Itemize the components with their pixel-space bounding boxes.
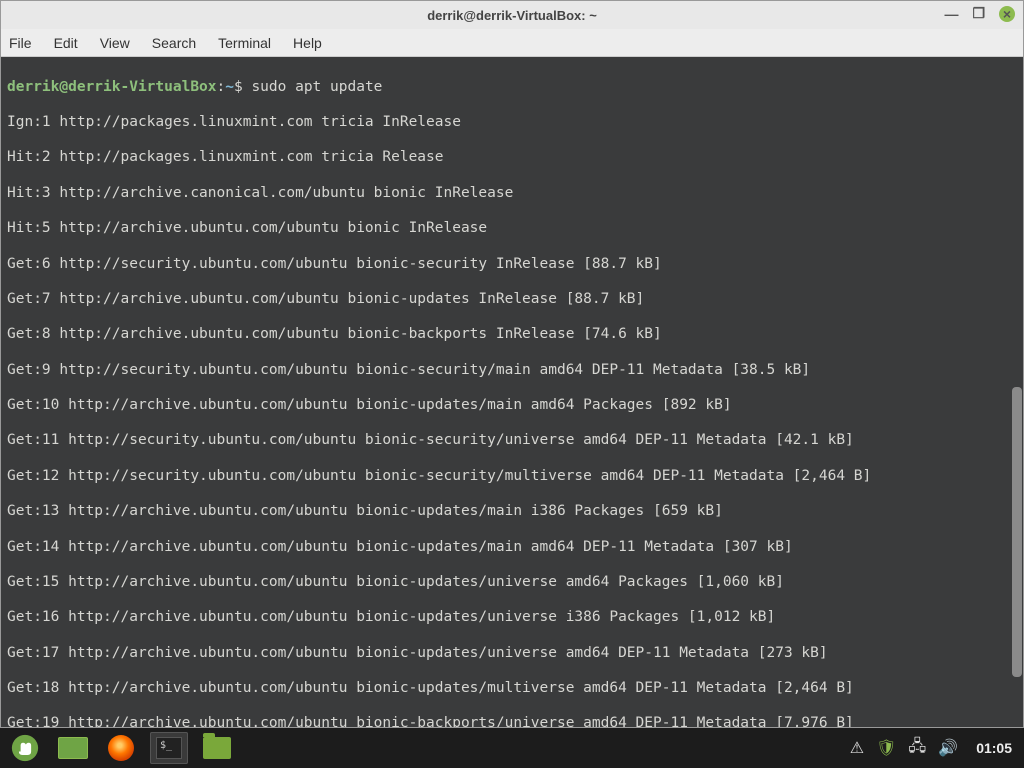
output-line: Get:19 http://archive.ubuntu.com/ubuntu … [7,715,1017,727]
firefox-icon [108,735,134,761]
firefox-button[interactable] [102,732,140,764]
output-line: Get:17 http://archive.ubuntu.com/ubuntu … [7,645,1017,663]
terminal-window: derrik@derrik-VirtualBox: ~ — ❐ × File E… [0,0,1024,728]
output-line: Get:16 http://archive.ubuntu.com/ubuntu … [7,609,1017,627]
output-line: Get:18 http://archive.ubuntu.com/ubuntu … [7,680,1017,698]
prompt-path: ~ [225,79,234,95]
show-desktop-icon [58,737,88,759]
output-line: Get:10 http://archive.ubuntu.com/ubuntu … [7,397,1017,415]
menu-search[interactable]: Search [152,35,196,51]
menu-edit[interactable]: Edit [54,35,78,51]
mint-logo-icon [11,734,39,762]
files-button[interactable] [198,732,236,764]
window-controls: — ❐ × [944,5,1015,22]
output-line: Get:14 http://archive.ubuntu.com/ubuntu … [7,539,1017,557]
taskbar-right: ⚠ 🛡 🖧 🔊 01:05 [850,735,1018,762]
output-line: Get:13 http://archive.ubuntu.com/ubuntu … [7,503,1017,521]
maximize-button[interactable]: ❐ [972,5,985,22]
menu-file[interactable]: File [9,35,32,51]
output-line: Get:9 http://security.ubuntu.com/ubuntu … [7,362,1017,380]
output-line: Hit:3 http://archive.canonical.com/ubunt… [7,185,1017,203]
scrollbar-thumb[interactable] [1012,387,1022,677]
warning-tray-icon[interactable]: ⚠ [850,738,864,758]
titlebar[interactable]: derrik@derrik-VirtualBox: ~ — ❐ × [1,1,1023,29]
folder-icon [203,737,231,759]
terminal-scrollbar[interactable] [1011,57,1023,727]
menubar: File Edit View Search Terminal Help [1,29,1023,57]
taskbar-left [6,732,236,764]
output-line: Get:15 http://archive.ubuntu.com/ubuntu … [7,574,1017,592]
network-tray-icon[interactable]: 🖧 [908,735,926,762]
close-button[interactable]: × [999,6,1015,22]
minimize-button[interactable]: — [944,6,958,22]
taskbar-clock[interactable]: 01:05 [976,740,1012,756]
menu-terminal[interactable]: Terminal [218,35,271,51]
volume-tray-icon[interactable]: 🔊 [938,738,958,758]
output-line: Get:8 http://archive.ubuntu.com/ubuntu b… [7,326,1017,344]
show-desktop-button[interactable] [54,732,92,764]
output-line: Hit:5 http://archive.ubuntu.com/ubuntu b… [7,220,1017,238]
prompt-sep: : [217,79,226,95]
output-line: Get:7 http://archive.ubuntu.com/ubuntu b… [7,291,1017,309]
menu-help[interactable]: Help [293,35,322,51]
taskbar: ⚠ 🛡 🖧 🔊 01:05 [0,728,1024,768]
terminal-taskbar-button[interactable] [150,732,188,764]
menu-button[interactable] [6,732,44,764]
menu-view[interactable]: View [100,35,130,51]
prompt-command: sudo apt update [251,79,382,95]
window-title: derrik@derrik-VirtualBox: ~ [427,8,597,23]
output-line: Get:11 http://security.ubuntu.com/ubuntu… [7,432,1017,450]
output-line: Get:6 http://security.ubuntu.com/ubuntu … [7,256,1017,274]
prompt-symbol: $ [234,79,243,95]
terminal-contents[interactable]: derrik@derrik-VirtualBox:~$ sudo apt upd… [1,57,1023,727]
terminal-icon [156,737,182,759]
output-line: Get:12 http://security.ubuntu.com/ubuntu… [7,468,1017,486]
output-line: Ign:1 http://packages.linuxmint.com tric… [7,114,1017,132]
output-line: Hit:2 http://packages.linuxmint.com tric… [7,149,1017,167]
shield-tray-icon[interactable]: 🛡 [876,738,896,758]
prompt-user: derrik@derrik-VirtualBox [7,79,217,95]
